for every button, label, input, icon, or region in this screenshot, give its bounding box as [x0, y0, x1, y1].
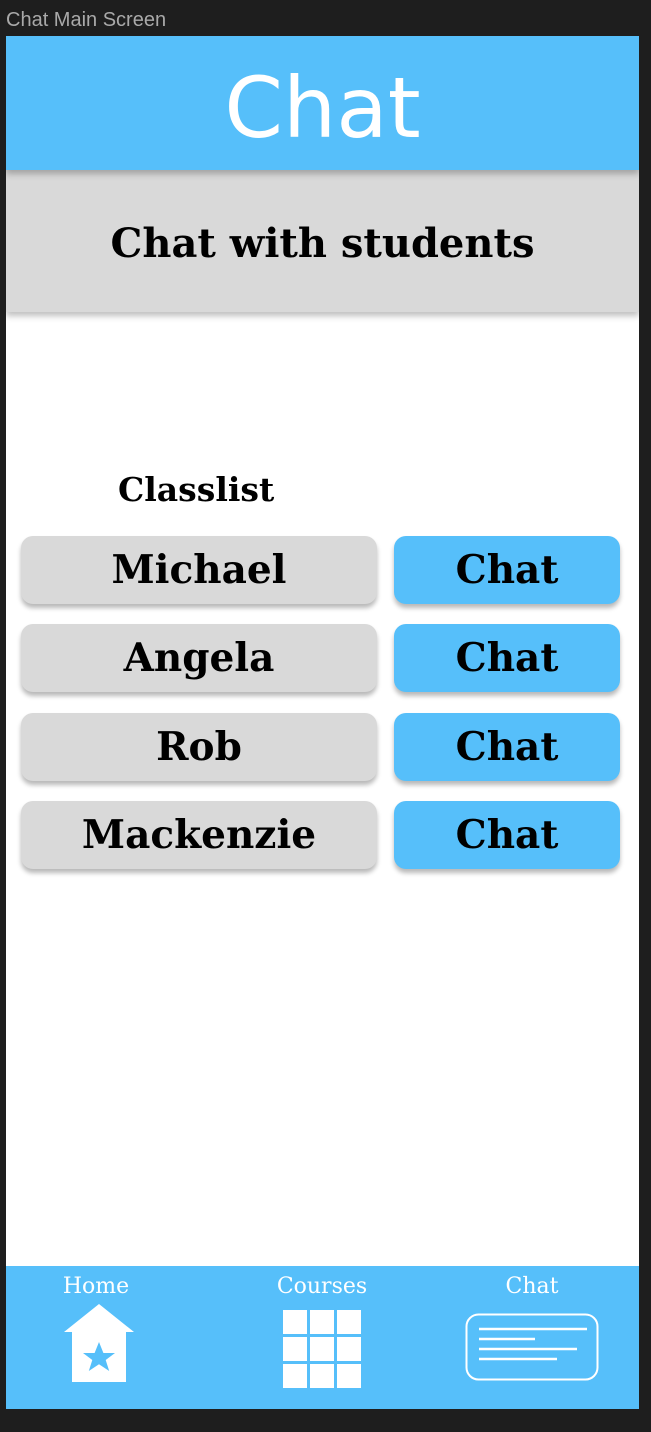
- chat-button-mackenzie[interactable]: Chat: [394, 801, 620, 869]
- chat-button-michael[interactable]: Chat: [394, 536, 620, 604]
- tab-chat-label: Chat: [505, 1274, 559, 1299]
- tab-chat[interactable]: Chat: [432, 1266, 632, 1409]
- section-title: Chat with students: [110, 219, 535, 267]
- grid-icon: [283, 1310, 361, 1388]
- frame-title: Chat Main Screen: [6, 9, 167, 31]
- chat-button-rob[interactable]: Chat: [394, 713, 620, 781]
- tab-courses[interactable]: Courses: [222, 1266, 422, 1409]
- chat-message-icon: [465, 1313, 599, 1381]
- student-row: Mackenzie Chat: [21, 801, 621, 869]
- app-header: Chat: [6, 36, 639, 170]
- chat-main-screen: Chat Chat with students Classlist Michae…: [6, 36, 639, 1409]
- student-row: Rob Chat: [21, 713, 621, 781]
- student-name: Mackenzie: [21, 801, 377, 869]
- student-row: Michael Chat: [21, 536, 621, 604]
- section-banner: Chat with students: [6, 170, 639, 312]
- tab-home[interactable]: Home: [6, 1266, 196, 1409]
- student-row: Angela Chat: [21, 624, 621, 692]
- student-name: Michael: [21, 536, 377, 604]
- student-name: Angela: [21, 624, 377, 692]
- classlist-heading: Classlist: [118, 470, 275, 509]
- tab-courses-label: Courses: [276, 1274, 368, 1299]
- page-title: Chat: [224, 59, 421, 157]
- student-name: Rob: [21, 713, 377, 781]
- tab-home-label: Home: [62, 1274, 130, 1299]
- chat-button-angela[interactable]: Chat: [394, 624, 620, 692]
- home-star-icon: [64, 1304, 134, 1382]
- bottom-tab-bar: Home Courses Chat: [6, 1266, 639, 1409]
